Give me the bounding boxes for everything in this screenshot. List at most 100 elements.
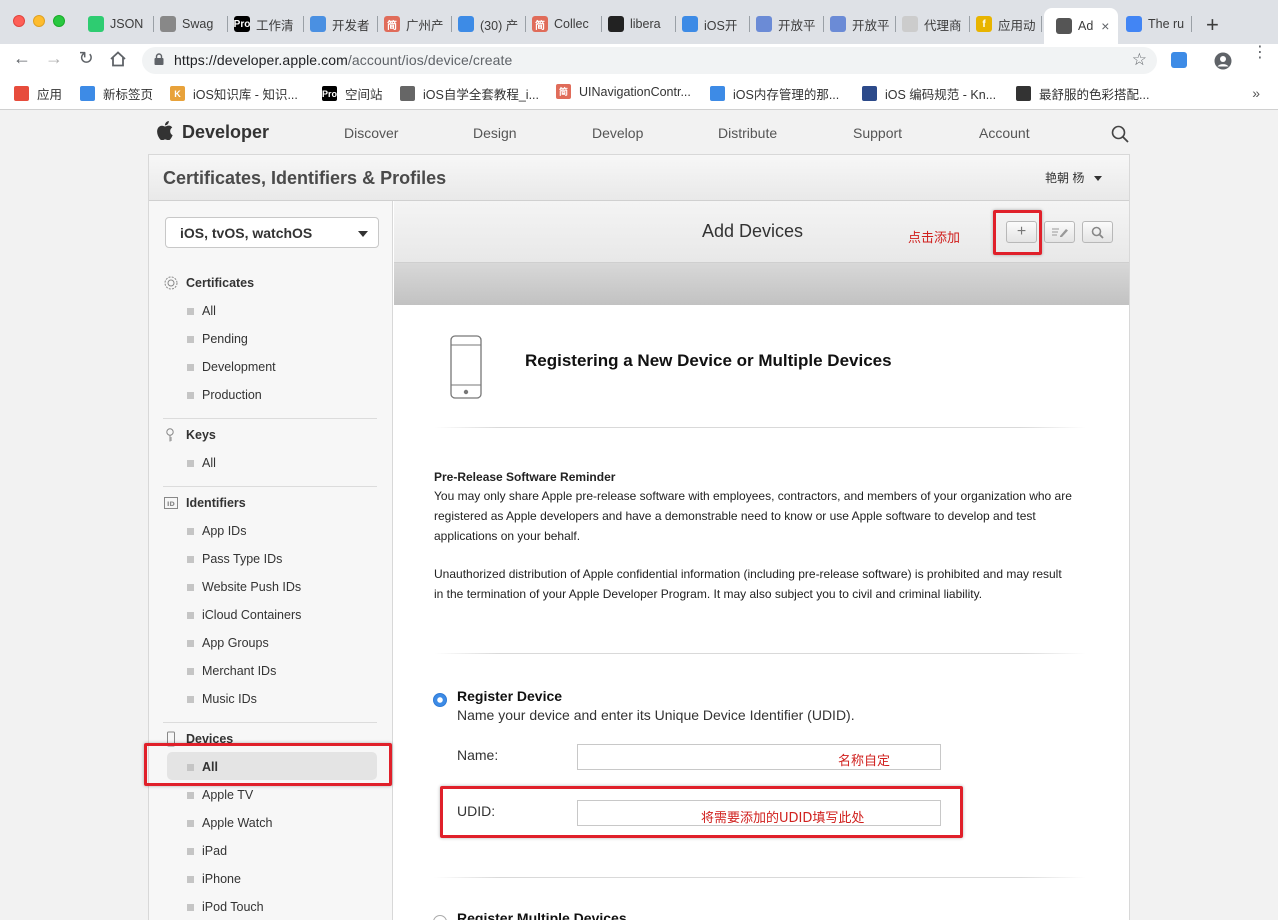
user-menu[interactable]: 艳朝 杨 [1045, 169, 1102, 186]
sidebar-item-devices-all[interactable]: All [187, 760, 218, 774]
tab-separator [1041, 16, 1042, 32]
bookmark-star-icon[interactable]: ☆ [1132, 50, 1147, 70]
browser-tab[interactable]: 简广州产 [380, 8, 452, 40]
tab-close-icon[interactable]: × [1101, 18, 1109, 34]
divider [434, 653, 1086, 654]
platform-select-value: iOS, tvOS, watchOS [180, 225, 313, 241]
browser-tab[interactable]: f 应用动 [972, 8, 1042, 40]
home-button[interactable] [106, 48, 130, 73]
sidebar-item-website-push-ids[interactable]: Website Push IDs [187, 580, 301, 594]
sidebar-item-keys-all[interactable]: All [187, 456, 216, 470]
lock-icon [154, 53, 164, 65]
search-icon[interactable] [1111, 125, 1129, 143]
add-button[interactable]: + [1006, 221, 1037, 243]
nav-design[interactable]: Design [473, 125, 517, 141]
bookmark-favicon-icon [710, 86, 725, 101]
register-device-title[interactable]: Register Device [457, 688, 562, 704]
tab-favicon-icon [1126, 16, 1142, 32]
nav-support[interactable]: Support [853, 125, 902, 141]
sidebar-item-ipad[interactable]: iPad [187, 844, 227, 858]
sidebar-item-pass-type-ids[interactable]: Pass Type IDs [187, 552, 282, 566]
bookmark-item[interactable]: Pro 空间站 [322, 84, 383, 103]
nav-distribute[interactable]: Distribute [718, 125, 777, 141]
reload-button[interactable]: ↻ [74, 48, 98, 69]
browser-tab[interactable]: Pro 工作清 [230, 8, 304, 40]
edit-button[interactable] [1044, 221, 1075, 243]
browser-tab[interactable]: 代理商 [898, 8, 970, 40]
nav-develop[interactable]: Develop [592, 125, 643, 141]
bookmark-item[interactable]: KiOS知识库 - 知识... [170, 84, 298, 103]
browser-tab[interactable]: The ru [1122, 8, 1192, 40]
browser-tab[interactable]: 简 Collec [528, 8, 602, 40]
menu-kebab-icon[interactable]: ⋮ [1252, 45, 1268, 61]
device-icon [167, 731, 175, 747]
browser-tab[interactable]: libera [604, 8, 676, 40]
apple-logo-icon[interactable] [157, 121, 173, 140]
register-multiple-title[interactable]: Register Multiple Devices [457, 910, 627, 920]
browser-tab[interactable]: JSON [84, 8, 154, 40]
search-button[interactable] [1082, 221, 1113, 243]
developer-brand[interactable]: Developer [182, 122, 269, 143]
sidebar-item-music-ids[interactable]: Music IDs [187, 692, 257, 706]
browser-tab[interactable]: (30) 产 [454, 8, 526, 40]
window-close-button[interactable] [13, 15, 25, 27]
sidebar-item-production[interactable]: Production [187, 388, 262, 402]
developer-global-nav: Developer Discover Design Develop Distri… [0, 110, 1278, 154]
sidebar-item-iphone[interactable]: iPhone [187, 872, 241, 886]
extension-icon[interactable] [1171, 52, 1187, 68]
sidebar-item-app-ids[interactable]: App IDs [187, 524, 246, 538]
register-heading: Registering a New Device or Multiple Dev… [525, 351, 892, 370]
browser-tab[interactable]: Ad × [1044, 8, 1118, 44]
browser-tab[interactable]: 开发者 [306, 8, 378, 40]
bookmark-label: iOS 编码规范 - Kn... [885, 88, 997, 102]
platform-select[interactable]: iOS, tvOS, watchOS [165, 217, 379, 248]
sidebar-item-apple-watch[interactable]: Apple Watch [187, 816, 272, 830]
nav-account[interactable]: Account [979, 125, 1030, 141]
browser-tab[interactable]: 开放平 [752, 8, 824, 40]
bookmarks-more-button[interactable]: » [1252, 85, 1260, 101]
sidebar-item-icloud-containers[interactable]: iCloud Containers [187, 608, 301, 622]
bookmark-item[interactable]: iOS内存管理的那... [710, 84, 839, 103]
back-button[interactable]: ← [10, 48, 34, 69]
tab-separator [969, 16, 970, 32]
browser-tab[interactable]: iOS开 [678, 8, 750, 40]
bookmark-item[interactable]: 简 UINavigationContr... [556, 84, 691, 99]
page-title: Add Devices [702, 221, 804, 241]
new-tab-button[interactable]: + [1206, 12, 1219, 38]
tab-favicon-icon [88, 16, 104, 32]
browser-tab[interactable]: 开放平 [826, 8, 896, 40]
sidebar-item-app-groups[interactable]: App Groups [187, 636, 269, 650]
address-bar[interactable]: https://developer.apple.com/account/ios/… [142, 47, 1157, 74]
bookmark-item[interactable]: iOS自学全套教程_i... [400, 84, 539, 103]
browser-tab[interactable]: Swag [156, 8, 228, 40]
sidebar-item-pending[interactable]: Pending [187, 332, 248, 346]
sidebar-item-ipod-touch[interactable]: iPod Touch [187, 900, 264, 914]
window-minimize-button[interactable] [33, 15, 45, 27]
sidebar-item-merchant-ids[interactable]: Merchant IDs [187, 664, 276, 678]
bookmark-favicon-icon: 简 [556, 84, 571, 99]
bookmark-item[interactable]: 新标签页 [80, 84, 153, 103]
key-icon [166, 428, 174, 442]
bookmark-item[interactable]: iOS 编码规范 - Kn... [862, 84, 996, 103]
sidebar-item-certificates-all[interactable]: All [187, 304, 216, 318]
window-zoom-button[interactable] [53, 15, 65, 27]
nav-discover[interactable]: Discover [344, 125, 398, 141]
tab-separator [451, 16, 452, 32]
reminder-title: Pre-Release Software Reminder [434, 470, 616, 484]
bookmark-item[interactable]: 应用 [14, 84, 62, 103]
svg-text:ID: ID [167, 500, 175, 508]
sidebar-item-apple-tv[interactable]: Apple TV [187, 788, 253, 802]
sidebar-divider [163, 418, 377, 419]
register-device-radio[interactable] [433, 693, 447, 707]
tab-label: 开放平 [852, 18, 890, 33]
sidebar-divider [163, 486, 377, 487]
tab-separator [303, 16, 304, 32]
tab-separator [675, 16, 676, 32]
bookmark-item[interactable]: 最舒服的色彩搭配... [1016, 84, 1149, 103]
forward-button[interactable]: → [42, 48, 66, 69]
bookmark-favicon-icon [862, 86, 877, 101]
bookmark-label: 应用 [37, 88, 63, 102]
register-multiple-radio[interactable] [433, 915, 447, 920]
profile-icon[interactable] [1214, 52, 1232, 70]
sidebar-item-development[interactable]: Development [187, 360, 276, 374]
